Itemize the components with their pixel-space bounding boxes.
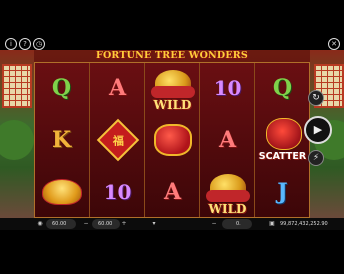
info-icon[interactable]: i (5, 38, 17, 50)
lightning-icon[interactable]: ⚡ (308, 150, 324, 166)
reel-cell: WILD (200, 166, 255, 218)
game-title: FORTUNE TREE WONDERS (96, 50, 248, 61)
reel-1: Q K (34, 62, 89, 218)
reel-4: 10 A WILD (199, 62, 255, 218)
reel-grid: Q K A 福 10 WILD A 10 A WILD Q SCATTER J (34, 62, 310, 218)
q-symbol: Q (51, 75, 72, 101)
j-symbol: J (277, 179, 288, 205)
reel-cell (34, 166, 89, 218)
reel-cell: 福 (90, 114, 145, 166)
reel-2: A 福 10 (89, 62, 145, 218)
reel-cell: A (90, 62, 145, 114)
a-symbol: A (163, 179, 182, 205)
balance-value: 60.00 (52, 221, 67, 227)
close-icon[interactable]: ✕ (328, 38, 340, 50)
help-icon[interactable]: ? (19, 38, 31, 50)
win-value: 0. (236, 221, 241, 227)
red-pot-icon (205, 190, 250, 202)
left-lattice-window (2, 64, 32, 108)
refresh-icon[interactable]: ↻ (308, 90, 324, 106)
reel-cell: 10 (90, 166, 145, 218)
minus-icon[interactable]: − (210, 220, 218, 228)
a-symbol: A (108, 75, 127, 101)
reel-cell: A (145, 166, 200, 218)
bottom-bar: ◉ 60.00 − 60.00 + ▾ − 0. ▣ 99,872,432,25… (0, 218, 344, 230)
red-lantern-symbol (153, 124, 192, 156)
wallet-icon: ▣ (269, 220, 275, 227)
wild-symbol: WILD (202, 168, 254, 216)
lucky-bag-icon (265, 118, 302, 150)
left-scenery (0, 50, 34, 218)
reel-cell: SCATTER (255, 114, 310, 166)
bet-value: 60.00 (98, 221, 113, 227)
wild-label: WILD (153, 98, 192, 112)
history-icon[interactable]: ◷ (33, 38, 45, 50)
wild-symbol: WILD (147, 64, 199, 112)
reel-cell: A (200, 114, 255, 166)
reel-cell: 10 (200, 62, 255, 114)
red-pot-icon (150, 86, 195, 98)
gold-ingot-symbol (41, 179, 82, 205)
ten-symbol: 10 (213, 76, 242, 100)
reel-cell (145, 114, 200, 166)
reel-cell: K (34, 114, 89, 166)
left-tree (0, 120, 34, 160)
k-symbol: K (51, 127, 72, 153)
fu-diamond-symbol: 福 (96, 118, 139, 162)
game-scene: FORTUNE TREE WONDERS Q K A 福 10 WILD A 1… (0, 50, 344, 218)
ten-symbol: 10 (103, 180, 132, 204)
wild-label: WILD (208, 202, 247, 216)
reel-cell: J (255, 166, 310, 218)
minus-icon[interactable]: − (82, 220, 90, 228)
coins-icon: ◉ (37, 220, 43, 227)
trophy-icon: ▾ (152, 220, 156, 227)
a-symbol: A (218, 127, 237, 153)
plus-icon[interactable]: + (120, 220, 128, 228)
total-value: 99,872,432,252.90 (280, 221, 328, 227)
reel-cell: WILD (145, 62, 200, 114)
scatter-symbol: SCATTER (256, 116, 310, 164)
reel-cell: Q (255, 62, 310, 114)
reel-3: WILD A (144, 62, 200, 218)
spin-icon[interactable]: ▶ (304, 116, 332, 144)
scatter-label: SCATTER (258, 151, 307, 162)
game-screen: i ? ◷ ✕ FORTUNE TREE WONDERS Q K A 福 10 … (0, 0, 344, 274)
reel-cell: Q (34, 62, 89, 114)
reel-5: Q SCATTER J (254, 62, 311, 218)
q-symbol: Q (272, 75, 293, 101)
